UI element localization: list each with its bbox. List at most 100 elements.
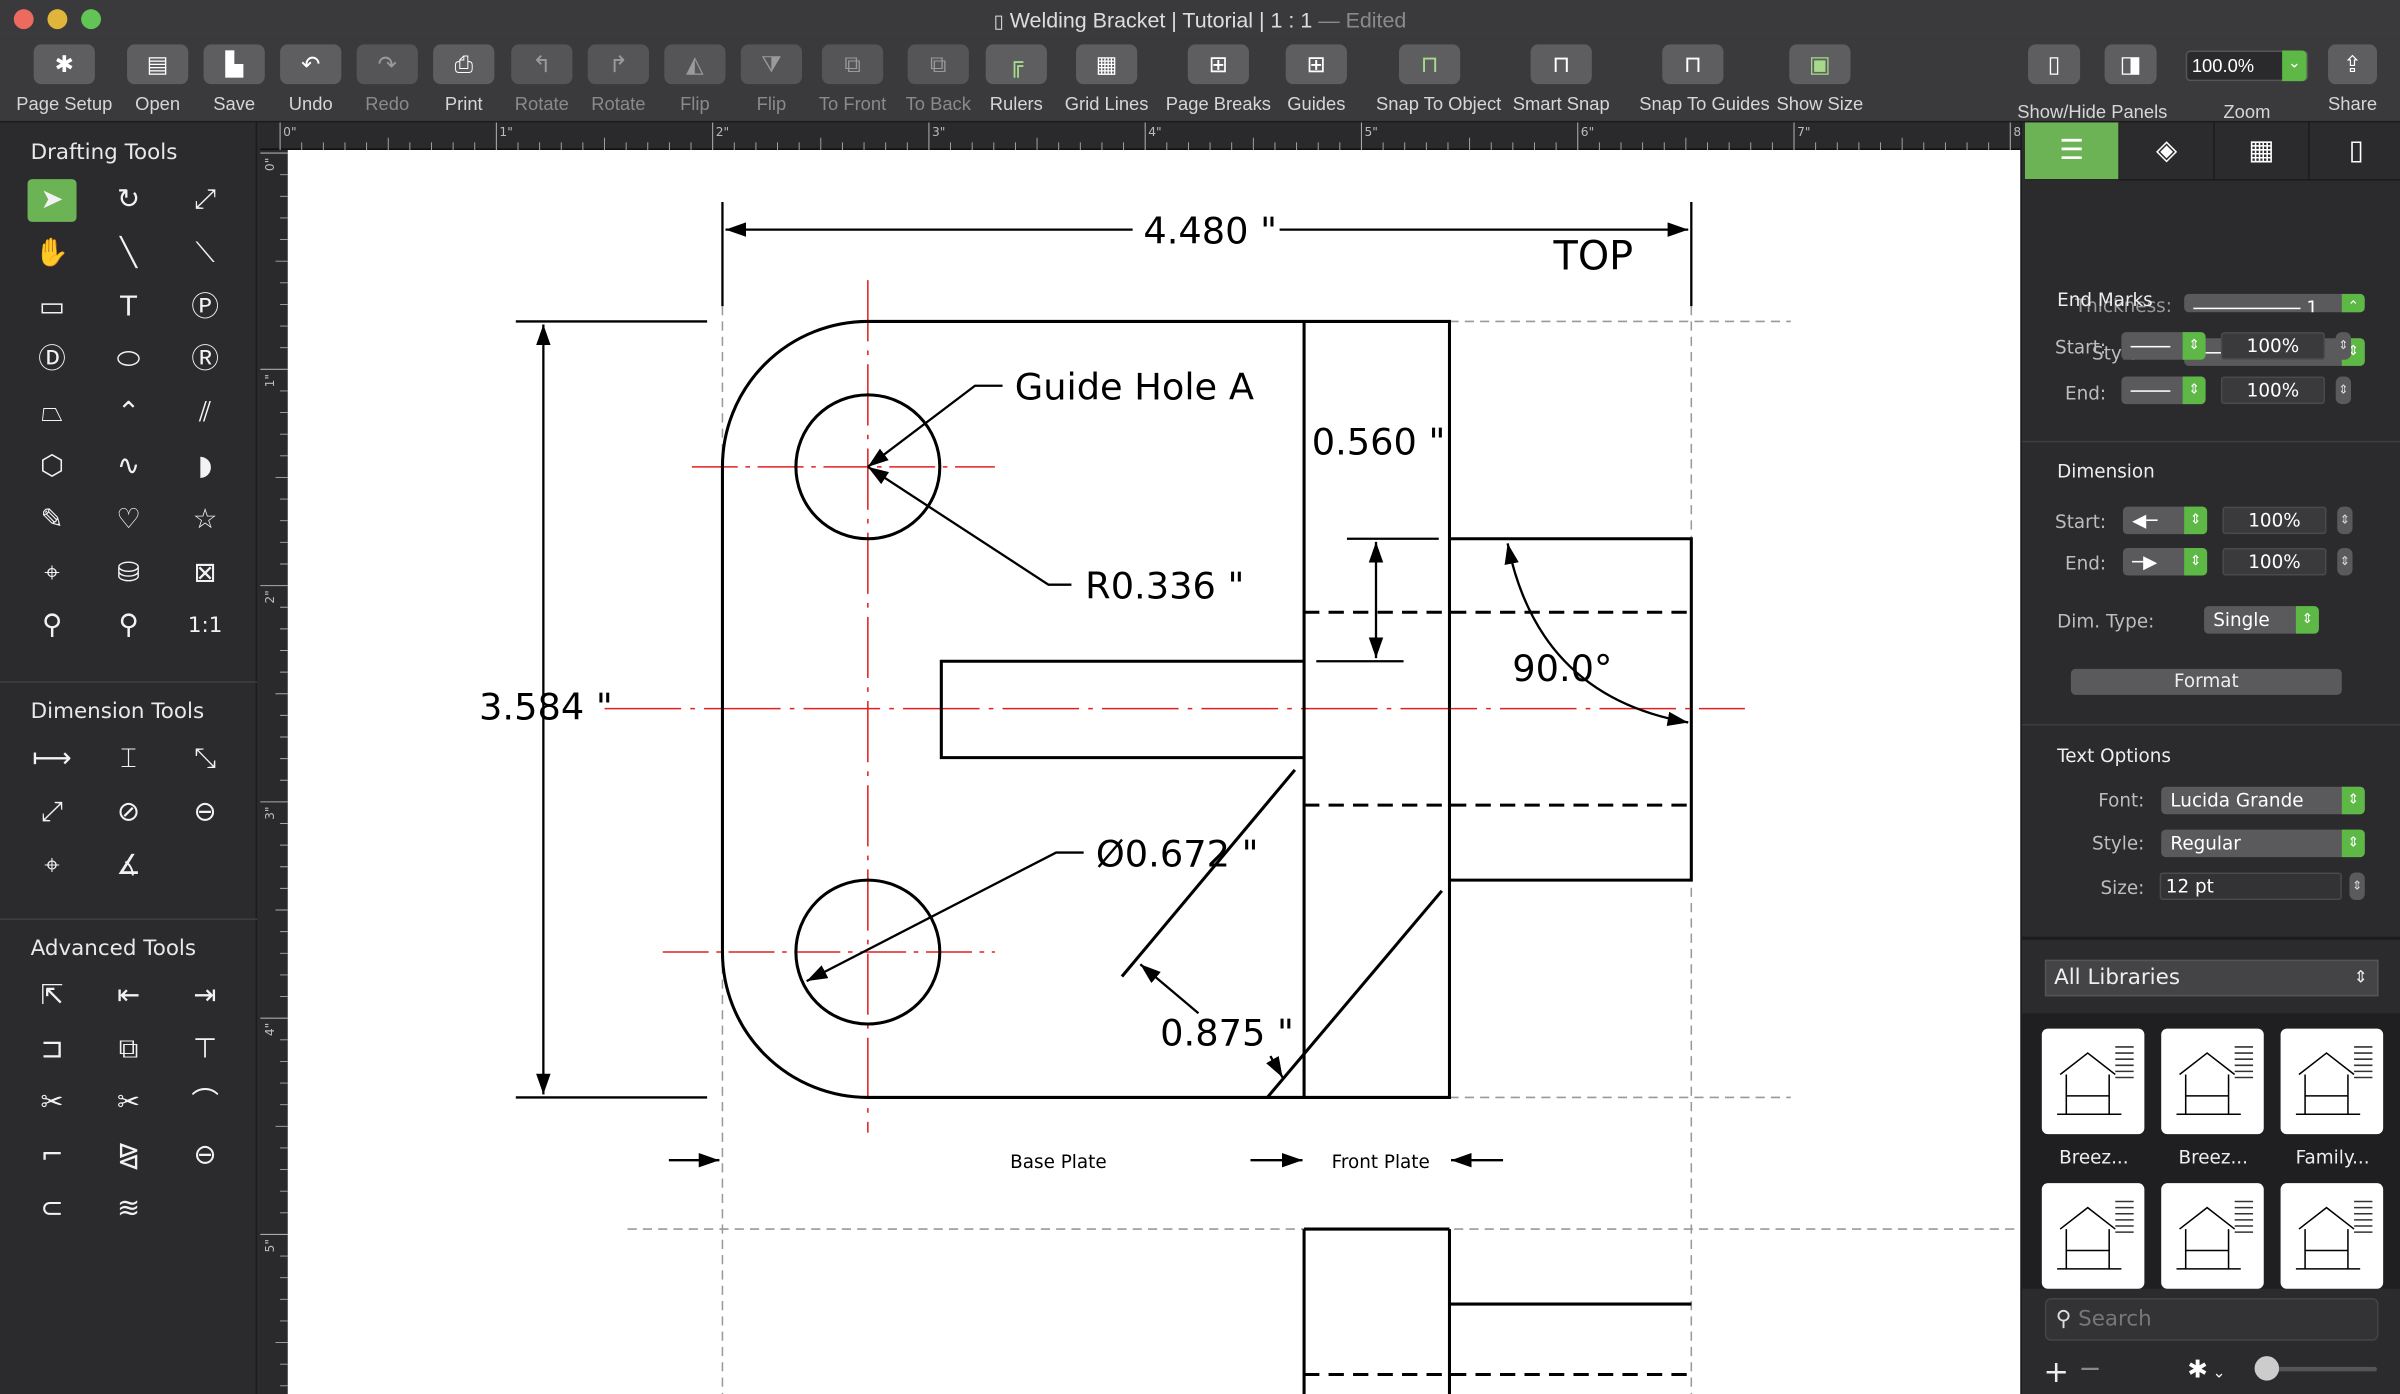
zoom-field[interactable]: 100.0% ⌄ [2185, 50, 2309, 82]
dimension-start-percent[interactable]: 100% [2222, 506, 2327, 535]
heart-shape-icon[interactable]: ♡ [104, 499, 153, 542]
dimension-end-percent[interactable]: 100% [2222, 547, 2327, 576]
house-section-drawing [2176, 1046, 2254, 1116]
hexagon-tool-icon[interactable]: ⬡ [28, 445, 77, 488]
join-link-icon[interactable]: ⊖ [181, 1135, 230, 1178]
magnifier-icon[interactable]: ⚲ [104, 605, 153, 648]
polyline-tool-icon[interactable]: ⌃ [104, 392, 153, 435]
freehand-pencil-icon[interactable]: ✎ [28, 499, 77, 542]
perpendicular-line-icon[interactable]: ⟍ [181, 232, 230, 275]
angle-dimension-icon[interactable]: ∡ [104, 844, 153, 887]
aligned-dimension-icon[interactable]: ⤡ [181, 738, 230, 781]
select-arrow-icon[interactable]: ➤ [27, 179, 77, 222]
vertical-dimension-icon[interactable]: ⌶ [104, 738, 153, 781]
library-item-thumbnail[interactable] [2280, 1028, 2384, 1135]
end-marks-end-stepper[interactable]: ⇕ [2335, 376, 2352, 405]
multi-scissors-icon[interactable]: ✂ [104, 1082, 153, 1125]
chamfer-icon[interactable]: ⌐ [28, 1135, 77, 1178]
extend-to-icon[interactable]: ⇤ [104, 975, 153, 1018]
toolbar-button-smart-snap[interactable]: ⊓ Smart Snap [1508, 44, 1615, 115]
end-marks-end-select[interactable]: ⇕ [2121, 376, 2206, 405]
text-style-select[interactable]: Regular ⇕ [2161, 829, 2365, 858]
remove-library-button[interactable]: − [2079, 1353, 2102, 1385]
library-settings-button[interactable]: ✱ ⌄ [2187, 1355, 2225, 1384]
library-item-thumbnail[interactable] [2161, 1183, 2264, 1289]
dimension-start-stepper[interactable]: ⇕ [2337, 506, 2353, 535]
end-marks-start-percent[interactable]: 100% [2220, 332, 2325, 360]
dimension-end-select[interactable]: ─▶ ⇕ [2122, 547, 2208, 576]
extend-line-icon[interactable]: ⇥ [181, 975, 230, 1018]
slider-thumb[interactable] [2254, 1356, 2280, 1381]
toolbar-button-show-size[interactable]: ▣ Show Size [1766, 44, 1873, 115]
fillet-icon[interactable]: ⌒ [181, 1082, 230, 1125]
vertical-ruler[interactable]: 0" 1" 2" 3" 4" 5" [260, 149, 288, 1394]
share-button[interactable]: ⇪ Share [2299, 44, 2400, 115]
rectangle-tool-icon[interactable]: ▭ [28, 286, 77, 329]
rotate-tool-icon[interactable]: ↻ [104, 179, 153, 222]
scissors-icon[interactable]: ✂ [28, 1082, 77, 1125]
toolbar-button-page-setup[interactable]: ✱ Page Setup [11, 44, 118, 115]
add-library-button[interactable]: + [2043, 1353, 2069, 1390]
toolbar-button-snap-to-guides[interactable]: ⊓ Snap To Guides [1639, 44, 1770, 115]
toolbar-button-snap-to-object[interactable]: ⊓ Snap To Object [1376, 44, 1501, 115]
arc-tool-icon[interactable]: ◗ [181, 445, 230, 488]
text-size-stepper[interactable]: ⇕ [2349, 872, 2365, 900]
panel-tab-sliders[interactable]: ☰ [2024, 122, 2120, 181]
thickness-select[interactable]: 1 ⌃ [2184, 293, 2365, 313]
library-select[interactable]: All Libraries ⇕ [2044, 959, 2379, 997]
dim-type-select[interactable]: Single ⇕ [2204, 606, 2319, 634]
ellipse-tool-icon[interactable]: ⬭ [104, 339, 153, 382]
trim-line-icon[interactable]: ⊤ [181, 1028, 230, 1071]
circle-d-icon[interactable]: Ⓓ [28, 339, 77, 382]
node-select-icon[interactable]: ⇱ [28, 975, 77, 1018]
format-button[interactable]: Format [2070, 668, 2342, 695]
font-select[interactable]: Lucida Grande ⇕ [2161, 786, 2365, 815]
dimension-end-stepper[interactable]: ⇕ [2337, 547, 2353, 576]
library-item-thumbnail[interactable] [2041, 1183, 2145, 1289]
radius-dimension-icon[interactable]: ⊖ [181, 791, 230, 834]
toolbar-button-page-breaks[interactable]: ⊞ Page Breaks [1165, 44, 1272, 115]
toolbar-button-guides[interactable]: ⊞ Guides [1263, 44, 1370, 115]
horizontal-ruler[interactable]: 0" 1" 2" 3" 4" 5" 6" 7" 8" [260, 122, 2206, 150]
center-mark-icon[interactable]: ⌖ [28, 844, 77, 887]
toolbar-button-grid-lines[interactable]: ▦ Grid Lines [1053, 44, 1160, 115]
label-p-icon[interactable]: Ⓟ [181, 286, 230, 329]
end-marks-start-select[interactable]: ⇕ [2121, 332, 2206, 360]
end-marks-end-percent[interactable]: 100% [2220, 376, 2325, 405]
scale-tool-icon[interactable]: ⤢ [181, 179, 230, 222]
text-size-field[interactable]: 12 pt [2159, 872, 2342, 900]
image-placeholder-icon[interactable]: ⊠ [181, 552, 230, 595]
drawing-canvas[interactable]: 4.480 " TOP 3.584 " Guide Hole A R0.336 … [287, 149, 2021, 1394]
hatch-pattern-icon[interactable]: ≋ [104, 1188, 153, 1231]
mirror-icon[interactable]: ⧎ [104, 1135, 153, 1178]
library-search-input[interactable]: ⚲ Search [2044, 1297, 2379, 1341]
horizontal-dimension-icon[interactable]: ⟼ [28, 738, 77, 781]
line-tool-icon[interactable]: ╲ [104, 232, 153, 275]
show-right-panel-button[interactable]: ◨ [2077, 44, 2184, 85]
perpendicular-dimension-icon[interactable]: ⤢ [28, 791, 77, 834]
panel-tab-layers[interactable]: ◈ [2119, 122, 2215, 181]
diameter-dimension-icon[interactable]: ⊘ [104, 791, 153, 834]
hand-icon[interactable]: ✋ [28, 232, 77, 275]
polygon-tool-icon[interactable]: ⏢ [28, 392, 77, 435]
crosshair-point-icon[interactable]: ⌖ [28, 552, 77, 595]
dimension-start-select[interactable]: ◀─ ⇕ [2122, 506, 2208, 535]
library-item-thumbnail[interactable] [2280, 1183, 2384, 1289]
circle-r-icon[interactable]: Ⓡ [181, 339, 230, 382]
actual-size-icon[interactable]: 1:1 [181, 605, 230, 648]
library-item-thumbnail[interactable] [2161, 1028, 2264, 1135]
text-tool-icon[interactable]: T [104, 286, 153, 329]
panel-tab-table-grid[interactable]: ▦ [2214, 122, 2310, 181]
end-marks-start-stepper[interactable]: ⇕ [2335, 332, 2352, 360]
combine-shapes-icon[interactable]: ⧉ [104, 1028, 153, 1071]
radius-dimension: R0.336 " [1085, 564, 1244, 607]
panel-tab-align-objects[interactable]: ▯ [2309, 122, 2400, 181]
library-item-thumbnail[interactable] [2041, 1028, 2145, 1135]
union-shapes-icon[interactable]: ⊐ [28, 1028, 77, 1071]
eyedropper-icon[interactable]: ⚲ [28, 605, 77, 648]
bezier-curve-icon[interactable]: ∿ [104, 445, 153, 488]
parallel-lines-icon[interactable]: ⫽ [181, 392, 230, 435]
star-tool-icon[interactable]: ☆ [181, 499, 230, 542]
stamp-icon[interactable]: ⛁ [104, 552, 153, 595]
unlink-icon[interactable]: ⊂ [28, 1188, 77, 1231]
